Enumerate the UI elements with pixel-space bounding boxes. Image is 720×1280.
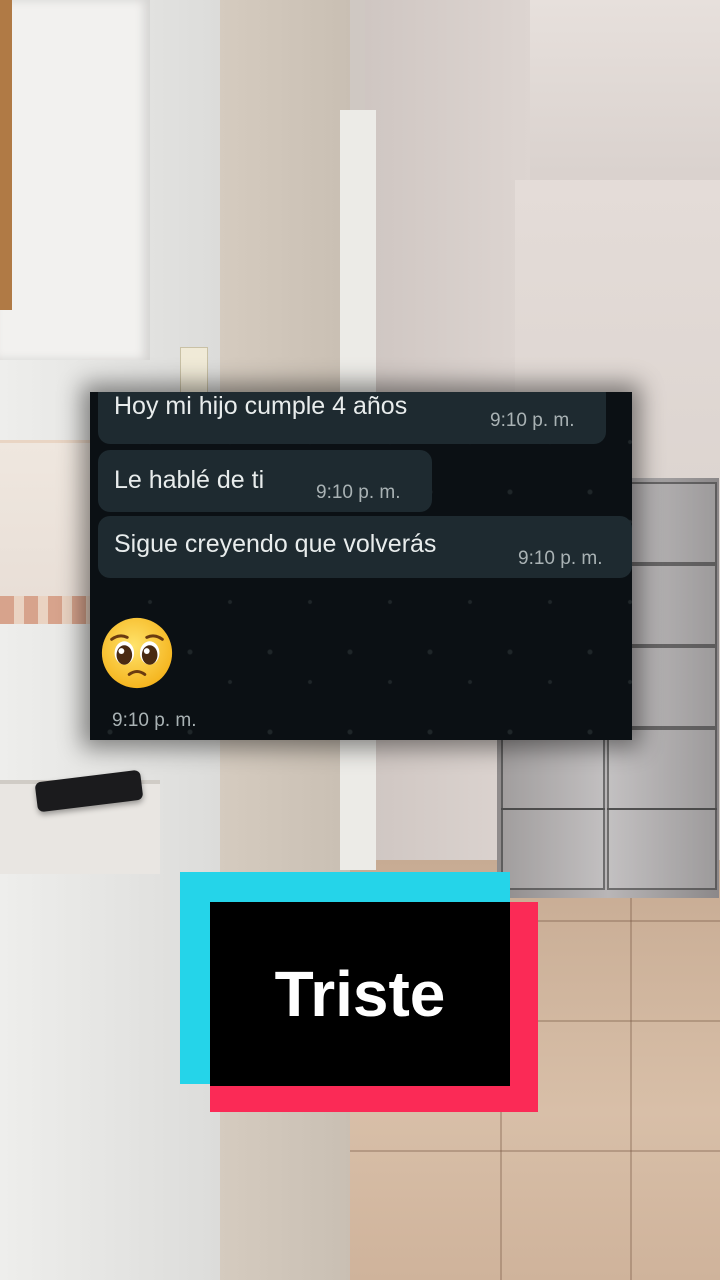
message-text: Hoy mi hijo cumple 4 años (114, 392, 408, 420)
triste-sticker: Triste (180, 872, 538, 1112)
message-text: Sigue creyendo que volverás (114, 530, 437, 558)
tile-border (0, 596, 90, 624)
message-bubble: Hoy mi hijo cumple 4 años 9:10 p. m. (98, 392, 606, 444)
message-bubble: Sigue creyendo que volverás 9:10 p. m. (98, 516, 632, 578)
message-time: 9:10 p. m. (518, 548, 603, 569)
chat-screenshot-overlay: Hoy mi hijo cumple 4 años 9:10 p. m. Le … (90, 392, 632, 740)
message-time: 9:10 p. m. (490, 410, 575, 431)
light-switch (180, 347, 208, 393)
message-time: 9:10 p. m. (316, 482, 401, 503)
message-bubble: Le hablé de ti 9:10 p. m. (98, 450, 432, 512)
message-time: 9:10 p. m. (112, 710, 197, 731)
message-text: Le hablé de ti (114, 466, 265, 494)
wall-cabinet (0, 0, 150, 360)
sticker-text: Triste (274, 958, 446, 1030)
pleading-face-icon (101, 617, 173, 689)
